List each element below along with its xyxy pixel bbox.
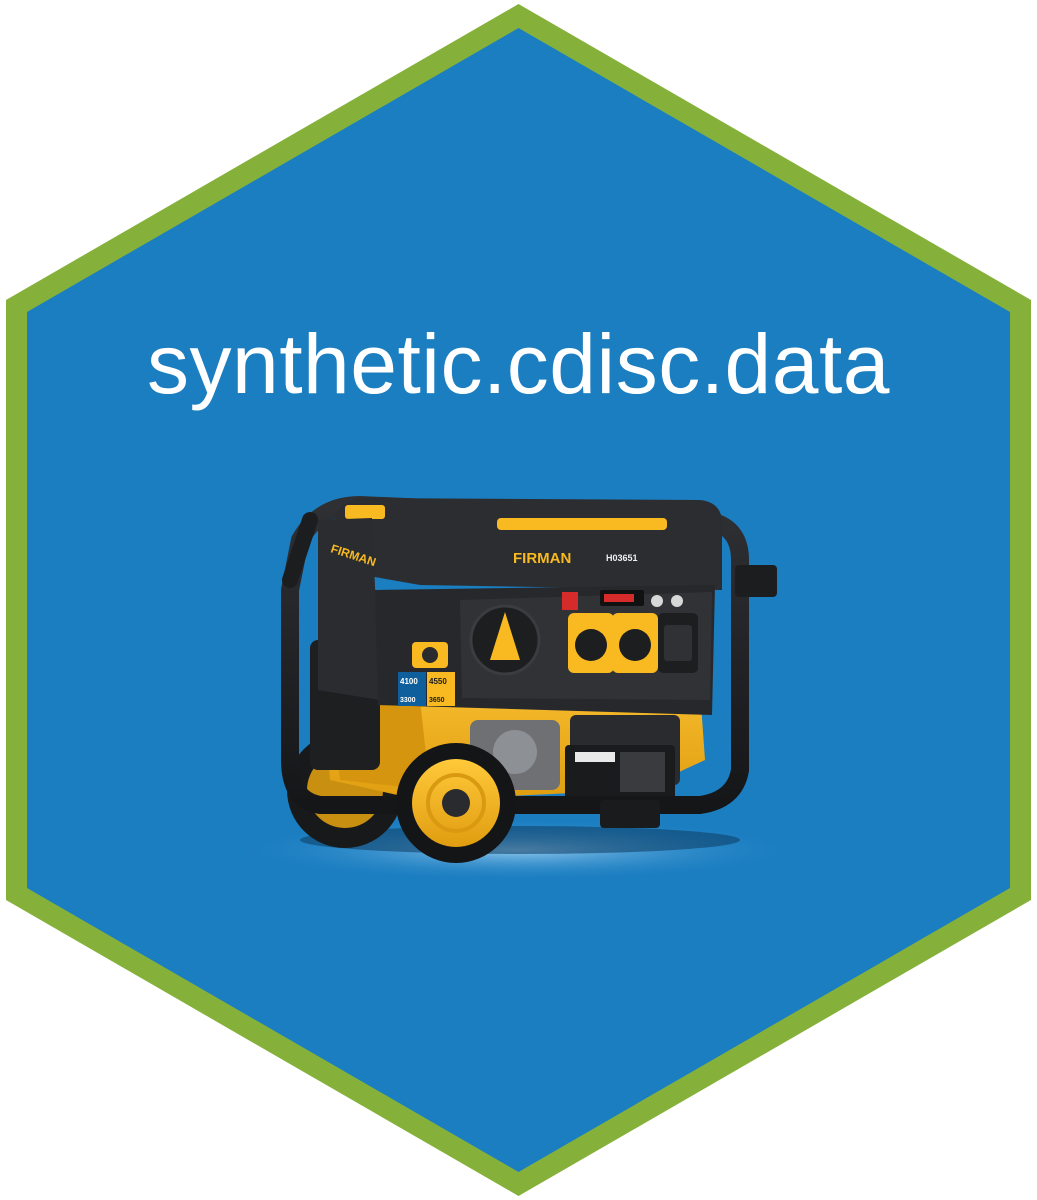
- rating-running-alt: 3300: [400, 697, 416, 704]
- hex-sticker: FIRMAN FIRMAN H03651 4100 4550 3300 3650: [0, 0, 1037, 1200]
- generator-image: FIRMAN FIRMAN H03651 4100 4550 3300 3650: [281, 496, 777, 863]
- hex-badge: FIRMAN FIRMAN H03651 4100 4550 3300 3650: [6, 4, 1031, 1196]
- package-title: synthetic.cdisc.data: [146, 317, 891, 411]
- panel-brand-logo: FIRMAN: [513, 550, 571, 567]
- rating-running: 4100: [400, 677, 418, 686]
- panel-model-text: H03651: [606, 553, 638, 563]
- rating-starting: 4550: [429, 677, 447, 686]
- rating-starting-alt: 3650: [429, 697, 445, 704]
